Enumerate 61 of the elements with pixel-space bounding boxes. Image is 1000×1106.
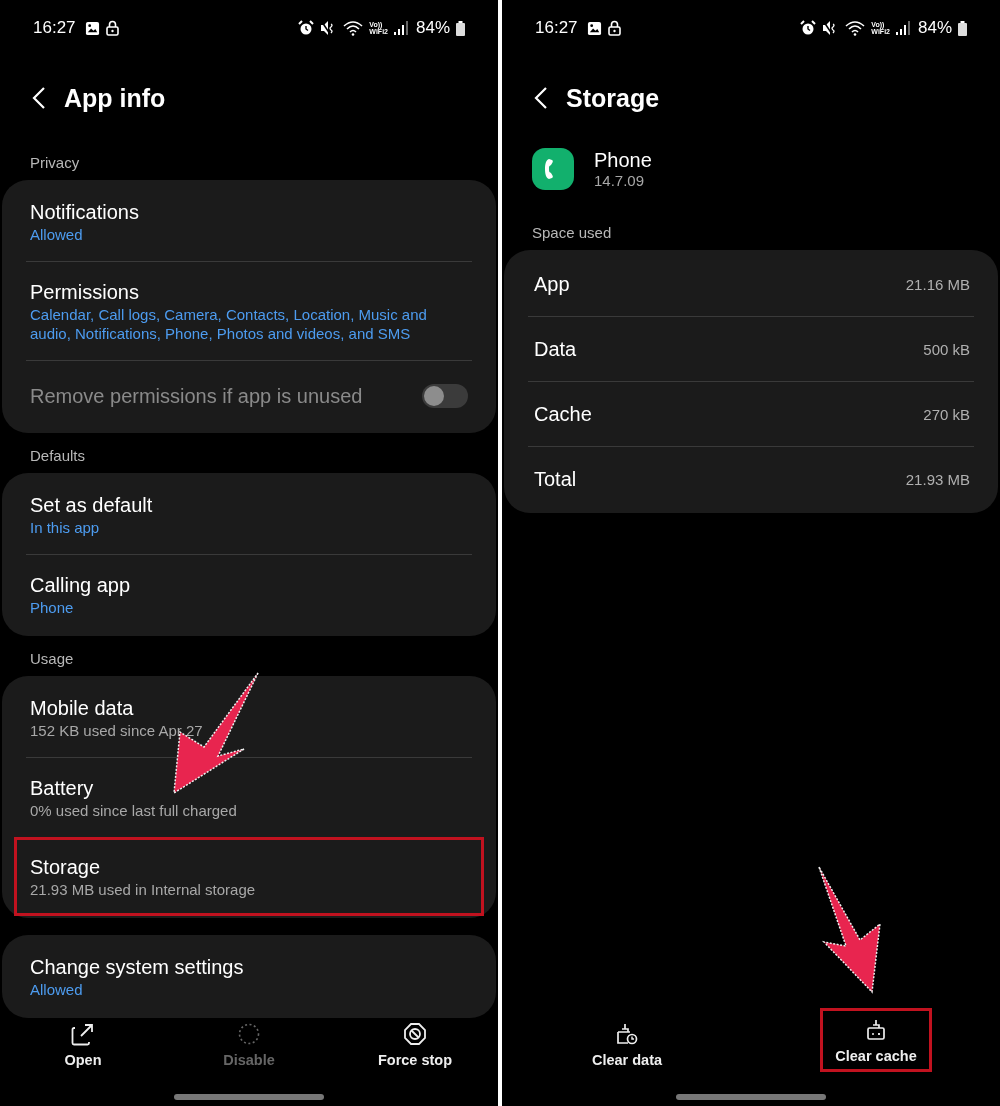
- setting-summary: Allowed: [30, 980, 84, 999]
- section-label: Defaults: [29, 446, 87, 466]
- setting-summary: Allowed: [30, 225, 84, 244]
- phone-app-icon: [532, 148, 574, 190]
- setting-title: Remove permissions if app is unused: [30, 384, 363, 409]
- setting-title[interactable]: Set as default: [30, 492, 468, 518]
- section-label: Space used: [531, 223, 613, 243]
- back-icon[interactable]: [534, 86, 548, 110]
- setting-title[interactable]: Permissions: [30, 279, 468, 305]
- storage-label: Data: [534, 337, 577, 362]
- lock-icon: [105, 20, 119, 36]
- screen-title: Storage: [566, 83, 660, 113]
- storage-label: App: [534, 272, 570, 297]
- app-version: 14.7.09: [594, 172, 646, 189]
- signal-icon: [895, 21, 910, 35]
- alarm-icon: [800, 20, 817, 36]
- brush-box-icon: [864, 1018, 888, 1042]
- action-button[interactable]: Open: [0, 1018, 166, 1070]
- storage-value: 21.16 MB: [905, 275, 970, 293]
- setting-title[interactable]: Calling app: [30, 572, 468, 598]
- open-external-icon: [71, 1022, 95, 1046]
- storage-label: Total: [534, 467, 577, 492]
- setting-summary: 21.93 MB used in Internal storage: [30, 880, 257, 899]
- wifi-icon: [343, 20, 364, 36]
- section-label: Usage: [29, 649, 75, 669]
- setting-title[interactable]: Battery: [30, 775, 468, 801]
- storage-value: 500 kB: [923, 340, 970, 358]
- app-name: Phone: [594, 149, 652, 172]
- battery-percent: 84%: [917, 18, 952, 38]
- storage-label: Cache: [534, 402, 592, 427]
- storage-value: 270 kB: [923, 405, 970, 423]
- alarm-icon: [298, 20, 315, 36]
- action-button[interactable]: Clear data: [502, 1018, 752, 1072]
- status-time: 16:27: [33, 18, 76, 38]
- setting-summary: Phone: [30, 598, 75, 617]
- setting-summary: Calendar, Call logs, Camera, Contacts, Location, Music and audio, Notifications, Phone, Photos and videos, and SMS: [30, 305, 428, 343]
- image-icon: [586, 20, 602, 36]
- dotted-circle-icon: [237, 1022, 261, 1046]
- setting-summary: In this app: [30, 518, 101, 537]
- battery-icon: [958, 20, 967, 36]
- battery-icon: [456, 20, 465, 36]
- action-button[interactable]: Force stop: [332, 1018, 498, 1070]
- status-time: 16:27: [535, 18, 578, 38]
- setting-title[interactable]: Storage: [30, 854, 468, 880]
- storage-value: 21.93 MB: [905, 470, 970, 488]
- action-button[interactable]: Clear cache: [820, 1008, 932, 1072]
- setting-title[interactable]: Mobile data: [30, 695, 468, 721]
- lock-icon: [607, 20, 621, 36]
- setting-title[interactable]: Change system settings: [30, 954, 468, 980]
- setting-summary: 0% used since last full charged: [30, 801, 238, 820]
- setting-summary: 152 KB used since Apr 27: [30, 721, 204, 740]
- screen-title: App info: [64, 83, 166, 113]
- section-label: Privacy: [29, 153, 81, 173]
- signal-icon: [393, 21, 408, 35]
- wifi-icon: [845, 20, 866, 36]
- brush-clock-icon: [615, 1022, 639, 1046]
- battery-percent: 84%: [415, 18, 450, 38]
- stop-sign-icon: [403, 1022, 427, 1046]
- image-icon: [84, 20, 100, 36]
- setting-title[interactable]: Notifications: [30, 199, 468, 225]
- back-icon[interactable]: [32, 86, 46, 110]
